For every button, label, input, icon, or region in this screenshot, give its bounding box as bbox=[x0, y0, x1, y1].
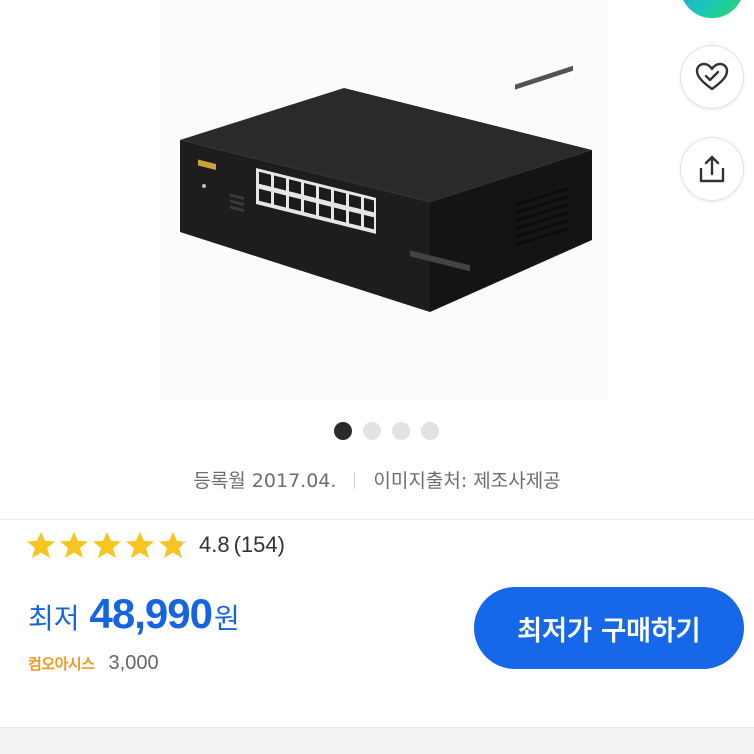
star-icon bbox=[126, 532, 154, 558]
carousel-dot[interactable] bbox=[421, 422, 439, 440]
image-source: 이미지출처: 제조사제공 bbox=[373, 470, 561, 492]
price-prefix: 최저 bbox=[28, 602, 80, 635]
product-image[interactable] bbox=[160, 0, 608, 400]
seller-info[interactable]: 컴오아시스 3,000 bbox=[28, 652, 159, 675]
like-button[interactable] bbox=[680, 45, 744, 109]
rating-stars bbox=[26, 530, 188, 560]
carousel-dots bbox=[334, 422, 439, 440]
star-icon bbox=[93, 532, 121, 558]
price-value: 48,990 bbox=[89, 590, 213, 637]
heart-check-icon bbox=[695, 62, 729, 91]
carousel-dot[interactable] bbox=[363, 422, 381, 440]
buy-lowest-price-button[interactable]: 최저가 구매하기 bbox=[474, 587, 744, 669]
rating-score: 4.8 bbox=[199, 532, 230, 557]
shipping-fee: 3,000 bbox=[108, 652, 159, 674]
app-logo-button[interactable] bbox=[680, 0, 744, 18]
lowest-price: 최저 48,990 원 bbox=[28, 590, 240, 638]
share-icon bbox=[699, 155, 725, 183]
star-icon bbox=[159, 532, 187, 558]
carousel-dot[interactable] bbox=[392, 422, 410, 440]
registered-date: 등록월 2017.04. bbox=[193, 470, 337, 492]
product-meta: 등록월 2017.04. 이미지출처: 제조사제공 bbox=[0, 466, 754, 493]
network-switch-image bbox=[180, 65, 592, 312]
star-icon bbox=[27, 532, 55, 558]
divider bbox=[0, 519, 754, 520]
carousel-dot[interactable] bbox=[334, 422, 352, 440]
share-button[interactable] bbox=[680, 137, 744, 201]
rating[interactable]: 4.8 (154) bbox=[26, 530, 285, 560]
price-unit: 원 bbox=[214, 602, 240, 635]
star-icon bbox=[60, 532, 88, 558]
seller-logo[interactable]: 컴오아시스 bbox=[28, 653, 95, 674]
review-count[interactable]: (154) bbox=[234, 532, 285, 558]
section-divider bbox=[0, 727, 754, 754]
meta-separator bbox=[354, 472, 356, 489]
